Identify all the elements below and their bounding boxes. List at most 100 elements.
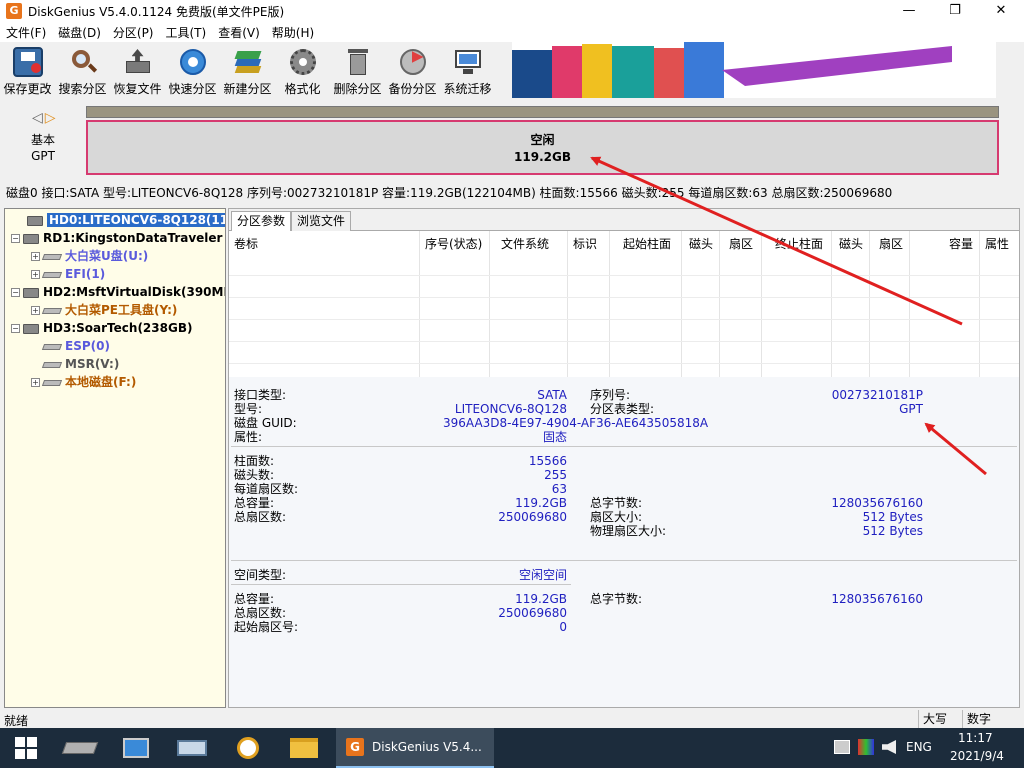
tree-node-rd1-p1[interactable]: + 大白菜U盘(U:) bbox=[31, 247, 148, 265]
tree-node-hd3[interactable]: − HD3:SoarTech(238GB) bbox=[11, 319, 192, 337]
menu-file[interactable]: 文件(F) bbox=[0, 24, 52, 41]
col-id[interactable]: 标识 bbox=[573, 235, 597, 252]
disk-guid-label: 磁盘 GUID: bbox=[234, 416, 297, 430]
collapse-icon[interactable]: − bbox=[11, 288, 20, 297]
col-start-cylinder[interactable]: 起始柱面 bbox=[623, 235, 671, 252]
partition-table-type-label: 分区表类型: bbox=[590, 402, 655, 416]
sectors-per-track-value: 63 bbox=[551, 482, 567, 496]
collapse-icon[interactable]: − bbox=[11, 234, 20, 243]
collapse-icon[interactable]: − bbox=[11, 324, 20, 333]
title-bar: G DiskGenius V5.4.0.1124 免费版(单文件PE版) — ❐… bbox=[0, 0, 1024, 22]
backup-partition-button[interactable]: 备份分区 bbox=[385, 42, 440, 98]
clock-date[interactable]: 2021/9/4 bbox=[950, 749, 1004, 763]
expand-icon[interactable]: + bbox=[31, 252, 40, 261]
free-sectors-label: 总扇区数: bbox=[234, 606, 287, 620]
taskbar-device-app[interactable] bbox=[54, 728, 106, 768]
format-button[interactable]: 格式化 bbox=[275, 42, 330, 98]
col-end-head[interactable]: 磁头 bbox=[839, 235, 863, 252]
clock-time[interactable]: 11:17 bbox=[958, 731, 993, 745]
new-partition-icon bbox=[233, 47, 263, 77]
new-partition-button[interactable]: 新建分区 bbox=[220, 42, 275, 98]
save-changes-button[interactable]: 保存更改 bbox=[0, 42, 55, 98]
tree-node-hd3-p3[interactable]: + 本地磁盘(F:) bbox=[31, 373, 136, 391]
input-language[interactable]: ENG bbox=[906, 740, 932, 754]
caps-indicator: 大写 bbox=[918, 710, 958, 728]
system-migrate-button[interactable]: 系统迁移 bbox=[440, 42, 495, 98]
col-index-status[interactable]: 序号(状态) bbox=[425, 235, 482, 252]
col-start-head[interactable]: 磁头 bbox=[689, 235, 713, 252]
col-divider bbox=[419, 231, 420, 377]
total-capacity-label: 总容量: bbox=[234, 496, 275, 510]
backup-partition-label: 备份分区 bbox=[388, 82, 437, 96]
delete-partition-button[interactable]: 删除分区 bbox=[330, 42, 385, 98]
expand-icon[interactable]: + bbox=[31, 270, 40, 279]
color-icon[interactable] bbox=[858, 739, 874, 755]
taskbar-diskgenius[interactable]: G DiskGenius V5.4... bbox=[336, 728, 494, 768]
tab-browse-files[interactable]: 浏览文件 bbox=[291, 211, 352, 231]
diskgenius-icon: G bbox=[346, 738, 364, 756]
computer-icon bbox=[123, 738, 149, 758]
banner-stripe bbox=[722, 46, 952, 86]
tab-partition-params[interactable]: 分区参数 bbox=[231, 211, 292, 232]
tree-node-hd0[interactable]: HD0:LITEONCV6-8Q128(119GB) bbox=[27, 211, 225, 229]
taskbar-keyboard-app[interactable] bbox=[166, 728, 218, 768]
taskbar-computer-app[interactable] bbox=[110, 728, 162, 768]
volume-icon[interactable] bbox=[882, 740, 896, 754]
free-capacity-label: 总容量: bbox=[234, 592, 275, 606]
total-sectors-label: 总扇区数: bbox=[234, 510, 287, 524]
disk-nav-arrows[interactable]: ◁▷ bbox=[32, 110, 58, 126]
expand-icon[interactable]: + bbox=[31, 378, 40, 387]
keyboard-icon bbox=[177, 740, 207, 756]
menu-bar: 文件(F) 磁盘(D) 分区(P) 工具(T) 查看(V) 帮助(H) bbox=[0, 22, 1024, 42]
menu-tools[interactable]: 工具(T) bbox=[160, 24, 213, 41]
hard-disk-icon bbox=[23, 233, 39, 244]
col-end-cylinder[interactable]: 终止柱面 bbox=[775, 235, 823, 252]
free-space-block[interactable]: 空闲 119.2GB bbox=[86, 120, 999, 175]
status-bar: 就绪 大写 数字 bbox=[0, 710, 1024, 728]
arrow-left-icon[interactable]: ◁ bbox=[32, 110, 45, 126]
magnifier-icon bbox=[237, 737, 259, 759]
partition-icon bbox=[41, 253, 63, 260]
search-icon bbox=[68, 47, 98, 77]
banner-block bbox=[684, 42, 724, 98]
tree-node-rd1[interactable]: − RD1:KingstonDataTraveler bbox=[11, 229, 222, 247]
menu-view[interactable]: 查看(V) bbox=[212, 24, 266, 41]
quick-partition-icon bbox=[178, 47, 208, 77]
expand-icon[interactable]: + bbox=[31, 306, 40, 315]
sectors-per-track-label: 每道扇区数: bbox=[234, 482, 299, 496]
network-icon[interactable] bbox=[834, 740, 850, 754]
col-capacity[interactable]: 容量 bbox=[949, 235, 973, 252]
tree-node-hd2[interactable]: − HD2:MsftVirtualDisk(390MB) bbox=[11, 283, 225, 301]
tree-node-rd1-p2[interactable]: + EFI(1) bbox=[31, 265, 105, 283]
recover-files-label: 恢复文件 bbox=[113, 82, 162, 96]
menu-disk[interactable]: 磁盘(D) bbox=[52, 24, 107, 41]
minimize-button[interactable]: — bbox=[886, 0, 932, 22]
taskbar-explorer-app[interactable] bbox=[278, 728, 330, 768]
col-start-sector[interactable]: 扇区 bbox=[729, 235, 753, 252]
recover-files-button[interactable]: 恢复文件 bbox=[110, 42, 165, 98]
start-button[interactable] bbox=[0, 728, 52, 768]
total-capacity-value: 119.2GB bbox=[515, 496, 567, 510]
col-filesystem[interactable]: 文件系统 bbox=[501, 235, 549, 252]
col-attributes[interactable]: 属性 bbox=[985, 235, 1009, 252]
disk-guid-value: 396AA3D8-4E97-4904-AF36-AE643505818A bbox=[443, 416, 709, 430]
arrow-right-icon[interactable]: ▷ bbox=[45, 110, 58, 126]
menu-help[interactable]: 帮助(H) bbox=[266, 24, 320, 41]
col-volume-label[interactable]: 卷标 bbox=[234, 235, 258, 252]
quick-partition-button[interactable]: 快速分区 bbox=[165, 42, 220, 98]
promo-banner[interactable] bbox=[512, 42, 996, 98]
close-button[interactable]: ✕ bbox=[978, 0, 1024, 22]
tree-node-hd2-p1[interactable]: + 大白菜PE工具盘(Y:) bbox=[31, 301, 177, 319]
disk-tree: HD0:LITEONCV6-8Q128(119GB) −RD1:Kingston… bbox=[4, 208, 226, 708]
taskbar-search-app[interactable] bbox=[222, 728, 274, 768]
col-end-sector[interactable]: 扇区 bbox=[879, 235, 903, 252]
section-divider bbox=[231, 560, 1017, 561]
maximize-button[interactable]: ❐ bbox=[932, 0, 978, 22]
disk-map: ◁▷ 基本 GPT 空闲 119.2GB bbox=[0, 98, 1024, 180]
search-partition-button[interactable]: 搜索分区 bbox=[55, 42, 110, 98]
total-bytes-label: 总字节数: bbox=[590, 496, 643, 510]
menu-partition[interactable]: 分区(P) bbox=[107, 24, 160, 41]
physical-sector-size-value: 512 Bytes bbox=[862, 524, 923, 538]
tree-node-hd3-p1[interactable]: ESP(0) bbox=[41, 337, 110, 355]
tree-node-hd3-p2[interactable]: MSR(V:) bbox=[41, 355, 119, 373]
